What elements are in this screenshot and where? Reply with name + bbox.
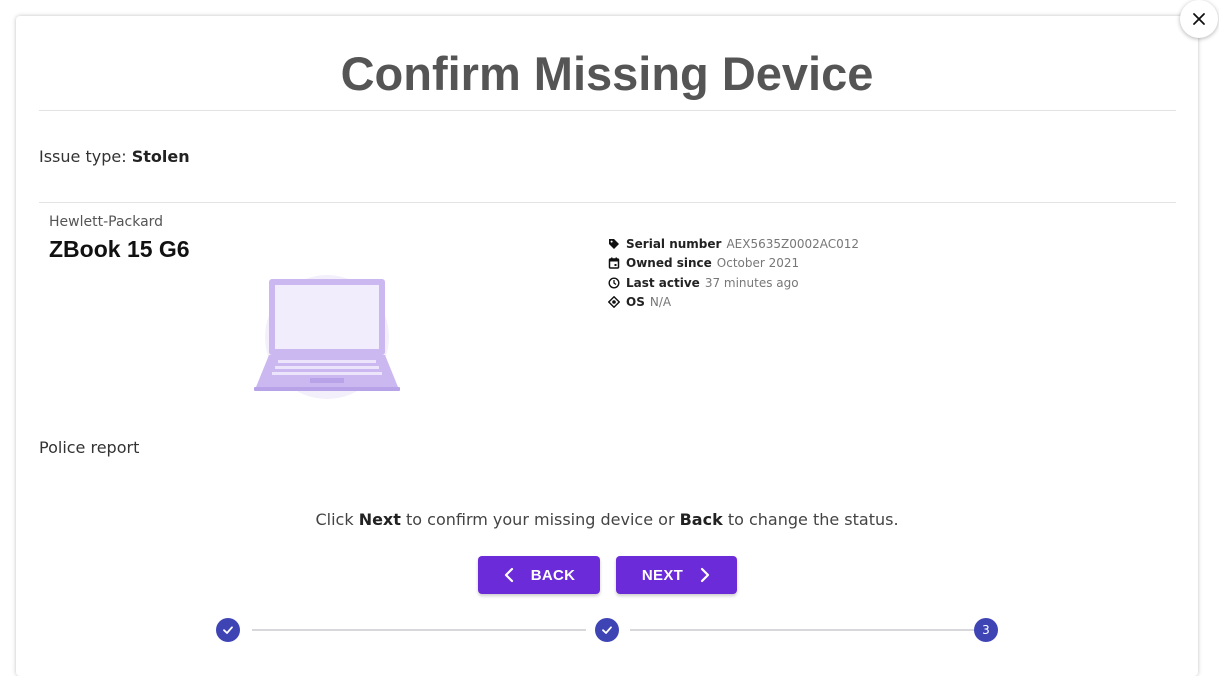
- chevron-right-icon: [701, 567, 710, 583]
- stepper-connector: [630, 629, 974, 631]
- spec-owned-since: Owned since October 2021: [608, 254, 859, 274]
- instruction-back-word: Back: [679, 510, 723, 529]
- chevron-left-icon: [504, 567, 513, 583]
- instruction-part: to change the status.: [722, 510, 899, 529]
- issue-type-label: Issue type:: [39, 147, 127, 166]
- instruction-next-word: Next: [358, 510, 401, 529]
- confirm-missing-device-modal: Confirm Missing Device Issue type: Stole…: [16, 16, 1198, 676]
- next-button-label: NEXT: [641, 566, 684, 584]
- back-button[interactable]: BACK: [478, 556, 600, 594]
- spec-value: AEX5635Z0002AC012: [726, 236, 860, 251]
- next-button[interactable]: NEXT: [616, 556, 737, 594]
- modal-title: Confirm Missing Device: [340, 47, 874, 100]
- spec-value: N/A: [649, 295, 672, 310]
- progress-stepper: 3: [16, 616, 1198, 644]
- back-button-label: BACK: [530, 566, 576, 584]
- spec-label: OS: [626, 295, 645, 310]
- spec-last-active: Last active 37 minutes ago: [608, 273, 859, 293]
- issue-type-value: Stolen: [131, 147, 190, 166]
- device-specs: Serial number AEX5635Z0002AC012 Owned si…: [608, 234, 859, 312]
- laptop-illustration: [252, 271, 402, 403]
- issue-divider: [39, 202, 1176, 203]
- issue-type: Issue type: Stolen: [39, 147, 190, 166]
- spec-label: Owned since: [626, 256, 712, 271]
- spec-os: OS N/A: [608, 293, 859, 313]
- step-2-completed: [595, 618, 619, 642]
- step-3-active: 3: [974, 618, 998, 642]
- header-divider: [39, 110, 1176, 111]
- step-number: 3: [982, 623, 990, 637]
- check-icon: [223, 626, 233, 634]
- check-icon: [602, 626, 612, 634]
- close-button[interactable]: [1180, 0, 1218, 38]
- instruction-text: Click Next to confirm your missing devic…: [16, 510, 1198, 529]
- close-icon: [1193, 13, 1205, 25]
- instruction-part: Click: [315, 510, 359, 529]
- clock-icon: [608, 277, 620, 289]
- tag-icon: [609, 238, 619, 249]
- instruction-part: to confirm your missing device or: [400, 510, 680, 529]
- stepper-connector: [252, 629, 586, 631]
- spec-label: Serial number: [626, 236, 722, 251]
- step-1-completed: [216, 618, 240, 642]
- device-model: ZBook 15 G6: [49, 236, 190, 262]
- spec-label: Last active: [626, 275, 700, 290]
- os-icon: [608, 296, 620, 309]
- spec-serial-number: Serial number AEX5635Z0002AC012: [608, 234, 859, 254]
- police-report-label: Police report: [39, 438, 140, 457]
- calendar-icon: [608, 257, 620, 269]
- device-manufacturer: Hewlett-Packard: [49, 214, 164, 230]
- spec-value: October 2021: [716, 256, 800, 271]
- spec-value: 37 minutes ago: [704, 275, 799, 290]
